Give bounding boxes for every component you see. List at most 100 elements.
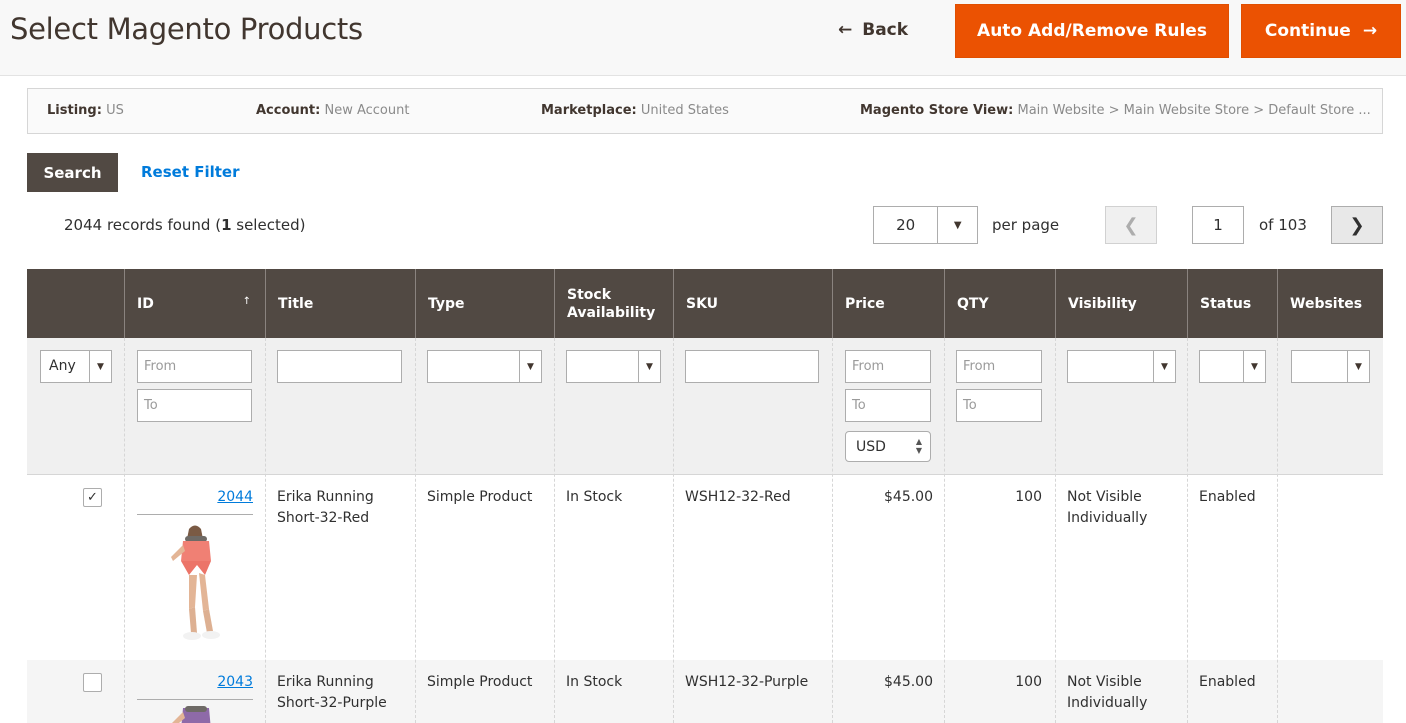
status-filter-select[interactable]: ▼ bbox=[1199, 350, 1266, 383]
product-sku: WSH12-32-Red bbox=[685, 489, 791, 505]
search-button[interactable]: Search bbox=[27, 153, 118, 192]
product-price: $45.00 bbox=[884, 674, 933, 690]
stock-availability: In Stock bbox=[566, 489, 623, 505]
caret-down-icon: ▼ bbox=[1243, 351, 1265, 382]
total-pages-label: of 103 bbox=[1259, 216, 1307, 234]
row-select-checkbox[interactable]: ✓ bbox=[83, 488, 102, 507]
caret-down-icon: ▼ bbox=[638, 351, 660, 382]
per-page-label: per page bbox=[992, 216, 1060, 234]
column-qty[interactable]: QTY bbox=[944, 269, 1055, 338]
per-page-select[interactable]: 20 ▼ bbox=[873, 206, 978, 244]
rules-button-label: Auto Add/Remove Rules bbox=[977, 21, 1207, 41]
id-from-input[interactable]: From bbox=[137, 350, 252, 383]
product-qty: 100 bbox=[1015, 674, 1042, 690]
visibility-filter-select[interactable]: ▼ bbox=[1067, 350, 1176, 383]
stepper-icon: ▲ ▼ bbox=[915, 437, 922, 455]
records-found-text: 2044 records found (1 selected) bbox=[64, 216, 306, 234]
sort-ascending-icon: ↑ bbox=[242, 296, 251, 307]
reset-filter-link[interactable]: Reset Filter bbox=[141, 163, 240, 181]
column-divider bbox=[1055, 338, 1056, 723]
page-number-input[interactable]: 1 bbox=[1192, 206, 1244, 244]
chevron-right-icon: ❯ bbox=[1349, 214, 1365, 236]
product-type: Simple Product bbox=[427, 489, 533, 505]
column-divider bbox=[1187, 338, 1188, 723]
price-to-input[interactable]: To bbox=[845, 389, 931, 422]
product-title: Erika Running Short-32-Red bbox=[277, 489, 374, 526]
column-stock-availability[interactable]: Stock Availability bbox=[554, 269, 673, 338]
product-thumbnail bbox=[172, 706, 211, 723]
info-marketplace: Marketplace: United States bbox=[541, 103, 729, 118]
product-status: Enabled bbox=[1199, 489, 1256, 505]
stock-availability: In Stock bbox=[566, 674, 623, 690]
websites-filter-select[interactable]: ▼ bbox=[1291, 350, 1370, 383]
checkmark-icon: ✓ bbox=[87, 490, 98, 505]
auto-add-remove-rules-button[interactable]: Auto Add/Remove Rules bbox=[955, 4, 1229, 58]
table-row[interactable]: 2043 Erika Running Short-32-Purple Simple… bbox=[27, 660, 1383, 723]
id-to-input[interactable]: To bbox=[137, 389, 252, 422]
product-visibility: Not Visible Individually bbox=[1067, 489, 1148, 526]
column-divider bbox=[944, 338, 945, 723]
continue-button-label: Continue bbox=[1264, 21, 1351, 41]
product-type: Simple Product bbox=[427, 674, 533, 690]
select-filter[interactable]: Any ▼ bbox=[40, 350, 112, 383]
caret-down-icon: ▼ bbox=[89, 351, 111, 382]
info-account: Account: New Account bbox=[256, 103, 410, 118]
chevron-left-icon: ❮ bbox=[1123, 214, 1139, 236]
sku-filter-input[interactable] bbox=[685, 350, 819, 383]
title-filter-input[interactable] bbox=[277, 350, 402, 383]
product-title: Erika Running Short-32-Purple bbox=[277, 674, 387, 711]
qty-from-input[interactable]: From bbox=[956, 350, 1042, 383]
caret-down-icon: ▼ bbox=[519, 351, 541, 382]
previous-page-button[interactable]: ❮ bbox=[1105, 206, 1157, 244]
column-price[interactable]: Price bbox=[832, 269, 944, 338]
divider bbox=[137, 699, 253, 700]
column-visibility[interactable]: Visibility bbox=[1055, 269, 1187, 338]
product-price: $45.00 bbox=[884, 489, 933, 505]
column-id[interactable]: ID ↑ bbox=[124, 269, 265, 338]
column-divider bbox=[415, 338, 416, 723]
stock-filter-select[interactable]: ▼ bbox=[566, 350, 661, 383]
page-title: Select Magento Products bbox=[10, 12, 363, 46]
page-header: Select Magento Products ← Back Auto Add/… bbox=[0, 0, 1406, 76]
row-select-checkbox[interactable] bbox=[83, 673, 102, 692]
caret-down-icon[interactable]: ▼ bbox=[937, 207, 977, 243]
column-websites[interactable]: Websites bbox=[1277, 269, 1383, 338]
per-page-value: 20 bbox=[896, 216, 916, 234]
column-divider bbox=[554, 338, 555, 723]
currency-select[interactable]: USD ▲ ▼ bbox=[845, 431, 931, 462]
column-title[interactable]: Title bbox=[265, 269, 415, 338]
qty-to-input[interactable]: To bbox=[956, 389, 1042, 422]
product-id-link[interactable]: 2044 bbox=[217, 489, 253, 505]
next-page-button[interactable]: ❯ bbox=[1331, 206, 1383, 244]
back-button[interactable]: ← Back bbox=[838, 20, 908, 40]
product-visibility: Not Visible Individually bbox=[1067, 674, 1148, 711]
column-divider bbox=[832, 338, 833, 723]
column-sku[interactable]: SKU bbox=[673, 269, 832, 338]
column-divider bbox=[265, 338, 266, 723]
arrow-left-icon: ← bbox=[838, 20, 853, 40]
column-divider bbox=[124, 338, 125, 723]
product-status: Enabled bbox=[1199, 674, 1256, 690]
caret-down-icon: ▼ bbox=[1153, 351, 1175, 382]
divider bbox=[137, 514, 253, 515]
product-sku: WSH12-32-Purple bbox=[685, 674, 809, 690]
column-type[interactable]: Type bbox=[415, 269, 554, 338]
product-qty: 100 bbox=[1015, 489, 1042, 505]
product-thumbnail bbox=[171, 525, 220, 640]
column-divider bbox=[1277, 338, 1278, 723]
type-filter-select[interactable]: ▼ bbox=[427, 350, 542, 383]
column-select[interactable] bbox=[27, 269, 124, 338]
caret-down-icon: ▼ bbox=[1347, 351, 1369, 382]
product-id-link[interactable]: 2043 bbox=[217, 674, 253, 690]
info-listing: Listing: US bbox=[47, 103, 124, 118]
listing-info-bar: Listing: US Account: New Account Marketp… bbox=[27, 88, 1383, 134]
table-row[interactable]: ✓ 2044 Erika Running Short-32-Red Simple … bbox=[27, 475, 1383, 660]
filter-row: Any ▼ From To ▼ ▼ From To USD ▲ ▼ From To… bbox=[27, 338, 1383, 475]
price-from-input[interactable]: From bbox=[845, 350, 931, 383]
column-status[interactable]: Status bbox=[1187, 269, 1277, 338]
column-divider bbox=[673, 338, 674, 723]
grid-header-row: ID ↑ Title Type Stock Availability SKU Pr… bbox=[27, 269, 1383, 338]
back-button-label: Back bbox=[862, 20, 909, 40]
arrow-right-icon: → bbox=[1362, 21, 1378, 41]
continue-button[interactable]: Continue → bbox=[1241, 4, 1401, 58]
